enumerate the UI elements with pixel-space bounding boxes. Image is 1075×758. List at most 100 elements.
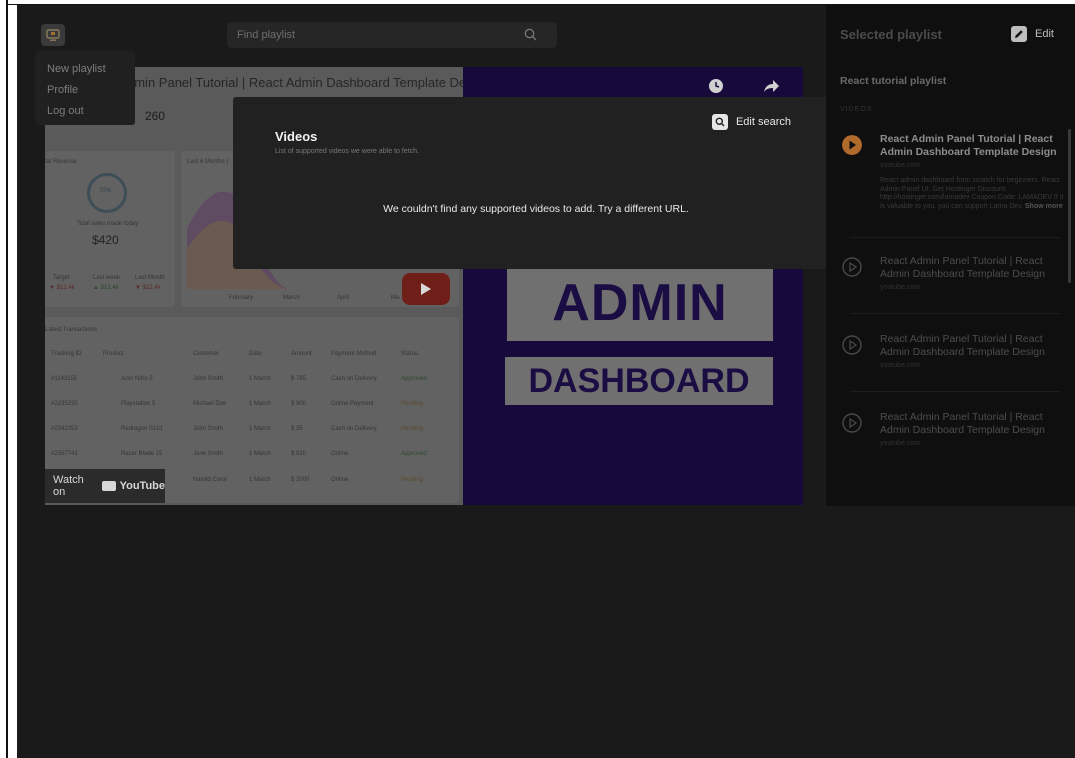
dashboard-word: DASHBOARD [528, 361, 750, 400]
playlist-video-item[interactable]: React Admin Panel Tutorial | React Admin… [840, 255, 1062, 299]
table-cell: $ 2000 [291, 477, 310, 483]
user-menu-dropdown: New playlist Profile Log out [35, 51, 135, 125]
total-sales-label: Total sales made today [77, 221, 139, 227]
table-cell: Playstation 5 [121, 401, 156, 407]
table-cell: #2235235 [51, 401, 78, 407]
admin-word: ADMIN [552, 274, 728, 332]
table-cell: Michael Doe [193, 401, 227, 407]
play-circle-icon[interactable] [842, 257, 862, 277]
modal-subtitle: List of supported videos we were able to… [275, 148, 419, 155]
revenue-amount: $420 [92, 233, 119, 247]
watch-on-youtube-button[interactable]: Watch on YouTube [45, 469, 165, 503]
table-cell: 1 March [249, 426, 271, 432]
play-circle-icon[interactable] [842, 135, 862, 155]
edit-playlist-button[interactable]: Edit [1011, 26, 1054, 42]
table-cell: John Smith [193, 376, 224, 382]
edit-label: Edit [1035, 28, 1054, 40]
video-source: youtube.com [880, 162, 921, 169]
transactions-title: Latest Transactions [45, 327, 98, 333]
table-cell: Redragon S101 [121, 426, 164, 432]
table-header: Date [249, 351, 262, 357]
video-title: React Admin Panel Tutorial | React Admin… [880, 133, 1057, 158]
app-logo-menu-button[interactable] [41, 24, 65, 46]
table-cell: $ 920 [291, 451, 307, 457]
table-cell: 1 March [249, 376, 271, 382]
table-header: Amount [291, 351, 312, 357]
video-title: React Admin Panel Tutorial | React Admin… [880, 333, 1045, 358]
item-divider [850, 391, 1060, 392]
menu-item-new-playlist[interactable]: New playlist [35, 59, 135, 80]
status-badge: Pending [401, 426, 424, 432]
table-cell: Acer Nitro 5 [121, 376, 153, 382]
share-icon[interactable] [763, 77, 781, 95]
video-description: React admin dashboard from scratch for b… [880, 177, 1065, 211]
playlist-video-item[interactable]: React Admin Panel Tutorial | React Admin… [840, 333, 1062, 377]
edit-search-button[interactable]: Edit search [711, 114, 791, 130]
table-cell: Harold Carol [193, 477, 227, 483]
table-cell: Jane Smith [193, 451, 224, 457]
clock-icon[interactable] [707, 77, 725, 95]
videos-section-label: VIDEOS [840, 106, 873, 113]
video-title: React Admin Panel Tutorial | React Admin… [880, 411, 1045, 436]
video-source: youtube.com [880, 284, 921, 291]
selected-playlist-panel: Selected playlist Edit React tutorial pl… [826, 5, 1075, 506]
menu-item-profile[interactable]: Profile [35, 80, 135, 101]
videos-modal: Videos List of supported videos we were … [233, 97, 839, 269]
table-header: Customer [193, 351, 220, 357]
status-badge: Pending [401, 477, 424, 483]
table-cell: $ 900 [291, 401, 307, 407]
menu-item-log-out[interactable]: Log out [35, 101, 135, 122]
status-badge: Approved [401, 451, 427, 457]
playlist-video-item[interactable]: React Admin Panel Tutorial | React Admin… [840, 133, 1065, 229]
play-icon [421, 283, 431, 295]
edit-search-label: Edit search [735, 116, 791, 128]
video-overlay-title[interactable]: dmin Panel Tutorial | React Admin Dashbo… [127, 75, 490, 90]
video-source: youtube.com [880, 440, 921, 447]
watch-on-label: Watch on [53, 474, 84, 498]
table-cell: Online Payment [331, 401, 374, 407]
search-icon [711, 114, 728, 130]
admin-word-block: ADMIN [507, 265, 773, 341]
status-badge: Pending [401, 401, 424, 407]
status-badge: Approved [401, 376, 427, 382]
scrollbar-thumb[interactable] [1068, 129, 1071, 283]
video-title: React Admin Panel Tutorial | React Admin… [880, 255, 1045, 280]
playlist-search[interactable] [227, 22, 557, 48]
play-circle-icon[interactable] [842, 413, 862, 433]
last-week-label: Last week [93, 275, 121, 281]
video-source: youtube.com [880, 362, 921, 369]
month-label: February [229, 295, 254, 301]
last-month-label: Last Month [135, 275, 165, 281]
play-circle-icon[interactable] [842, 335, 862, 355]
chart-card-title: Last 6 Months ( [187, 159, 229, 165]
month-label: Ma [391, 295, 400, 301]
table-cell: Online [331, 477, 349, 483]
youtube-logo-icon [101, 481, 116, 491]
playlist-name: React tutorial playlist [840, 75, 947, 87]
table-header: Tracking ID [51, 351, 82, 357]
show-more-link[interactable]: Show more [1025, 203, 1063, 210]
table-cell: Online [331, 451, 349, 457]
table-cell: #2357741 [51, 451, 78, 457]
search-input[interactable] [237, 22, 507, 48]
table-cell: Cash on Delivery [331, 426, 377, 432]
table-header: Product [103, 351, 124, 357]
target-label: Target [53, 275, 70, 281]
app-window: dmin Panel Tutorial | React Admin Dashbo… [17, 5, 1075, 758]
table-cell: 1 March [249, 477, 271, 483]
playlist-video-item[interactable]: React Admin Panel Tutorial | React Admin… [840, 411, 1062, 455]
revenue-card-title: tal Revenue [45, 159, 78, 165]
frame-left-border [6, 0, 8, 758]
month-label: March [283, 295, 300, 301]
target-value: ▼ $12.4k [49, 285, 75, 291]
search-icon[interactable] [524, 28, 537, 41]
table-cell: John Smith [193, 426, 224, 432]
dashboard-word-block: DASHBOARD [505, 357, 773, 405]
table-cell: #2342353 [51, 426, 78, 432]
table-header: Payment Method [331, 351, 377, 357]
table-cell: #1143155 [51, 376, 78, 382]
last-month-value: ▼ $12.4k [135, 285, 161, 291]
youtube-play-button[interactable] [402, 273, 450, 305]
table-header: Status [401, 351, 419, 357]
stat-value: 260 [145, 109, 166, 123]
